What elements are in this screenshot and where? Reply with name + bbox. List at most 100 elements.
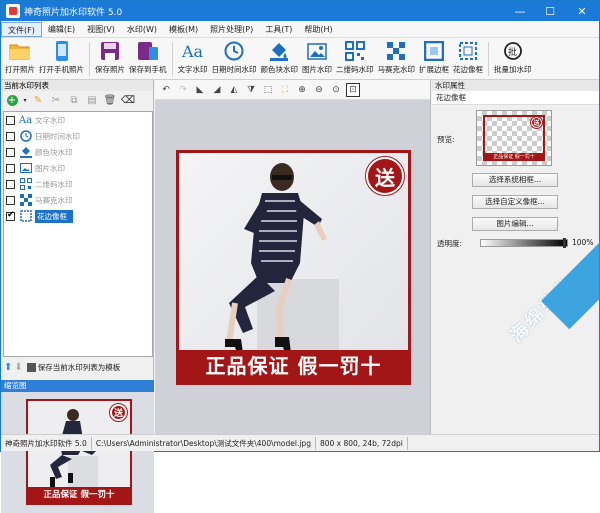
save-photo-label: 保存照片 — [95, 65, 125, 74]
cut-icon[interactable]: ✂ — [48, 93, 64, 107]
copy-icon[interactable]: ⧉ — [66, 93, 82, 107]
extend-border-button[interactable]: 扩展边框 — [417, 38, 451, 80]
item-label: 文字水印 — [35, 115, 65, 125]
batch-watermark-button[interactable]: 批 批量加水印 — [492, 38, 534, 80]
opacity-label: 透明度: — [437, 239, 463, 248]
preview-banner: 正品保证 假一罚十 — [483, 153, 545, 161]
opacity-slider-thumb[interactable] — [563, 238, 566, 248]
save-to-phone-button[interactable]: 保存到手机 — [127, 38, 169, 80]
move-down-icon[interactable]: ⬇ — [14, 362, 22, 373]
open-photo-button[interactable]: 打开照片 — [3, 38, 37, 80]
menu-edit[interactable]: 编辑(E) — [42, 22, 81, 37]
datetime-watermark-button[interactable]: 日期时间水印 — [210, 38, 259, 80]
crop-icon[interactable]: ⛶ — [278, 83, 292, 97]
svg-text:批: 批 — [508, 46, 517, 58]
list-item[interactable]: 日期时间水印 — [4, 128, 152, 144]
zoom-in-icon[interactable]: ⊕ — [295, 83, 309, 97]
save-template-button[interactable]: 保存当前水印列表为模板 — [38, 362, 121, 373]
item-checkbox[interactable] — [6, 115, 15, 125]
window-title: 神奇照片加水印软件 5.0 — [24, 7, 123, 18]
minimize-button[interactable]: — — [505, 1, 535, 21]
lace-frame-label: 花边像框 — [453, 65, 483, 74]
qrcode-watermark-button[interactable]: 二维码水印 — [334, 38, 376, 80]
lace-frame-button[interactable]: 花边像框 — [451, 38, 485, 80]
list-item[interactable]: 二维码水印 — [4, 176, 152, 192]
properties-title: 水印属性 — [432, 80, 599, 91]
menu-file[interactable]: 文件(F) — [1, 21, 42, 37]
resize-icon[interactable]: ⬚ — [261, 83, 275, 97]
canvas-panel: ↶ ↷ ◣ ◢ ◭ ⧩ ⬚ ⛶ ⊕ ⊖ ⊙ ⊡ 送 正品保证 假一罚十 — [155, 80, 431, 434]
rotate-left-icon[interactable]: ◣ — [193, 83, 207, 97]
text-watermark-button[interactable]: Aa 文字水印 — [176, 38, 210, 80]
undo-icon[interactable]: ↶ — [159, 83, 173, 97]
save-photo-button[interactable]: 保存照片 — [93, 38, 127, 80]
item-checkbox[interactable] — [6, 163, 15, 173]
paint-bucket-icon — [268, 40, 290, 62]
list-item[interactable]: 颜色块水印 — [4, 144, 152, 160]
rotate-right-icon[interactable]: ◢ — [210, 83, 224, 97]
qrcode-icon — [18, 178, 33, 191]
clear-icon[interactable]: ⌫ — [120, 93, 136, 107]
photo-seal-badge: 送 — [365, 156, 405, 196]
item-label: 图片水印 — [35, 163, 65, 173]
zoom-actual-icon[interactable]: ⊙ — [329, 83, 343, 97]
image-watermark-button[interactable]: 图片水印 — [300, 38, 334, 80]
thumbnail-area: 送 正品保证 假一罚十 — [1, 392, 154, 513]
pencil-icon[interactable]: ✎ — [30, 93, 46, 107]
item-checkbox[interactable] — [6, 195, 15, 205]
select-custom-frame-button[interactable]: 选择自定义像框... — [472, 195, 558, 209]
maximize-button[interactable]: ☐ — [535, 1, 565, 21]
save-disk-icon — [99, 40, 121, 62]
menu-bar: 文件(F) 编辑(E) 视图(V) 水印(W) 模板(M) 照片处理(P) 工具… — [1, 21, 599, 38]
item-checkbox[interactable] — [6, 131, 15, 141]
close-button[interactable]: ✕ — [565, 1, 599, 21]
thumbnail-seal: 送 — [109, 403, 128, 422]
trash-icon[interactable]: 🗑 — [102, 93, 118, 107]
list-toolbar: + ▾ ✎ ✂ ⧉ ▤ 🗑 ⌫ — [1, 91, 153, 109]
menu-template[interactable]: 模板(M) — [163, 22, 204, 37]
menu-help[interactable]: 帮助(H) — [298, 22, 338, 37]
watermark-list-panel: 当前水印列表 + ▾ ✎ ✂ ⧉ ▤ 🗑 ⌫ Aa 文字水印 日期时间水印 颜色… — [1, 80, 154, 513]
redo-icon[interactable]: ↷ — [176, 83, 190, 97]
mosaic-icon — [18, 194, 33, 207]
menu-watermark[interactable]: 水印(W) — [121, 22, 163, 37]
list-item[interactable]: 马赛克水印 — [4, 192, 152, 208]
list-item-selected[interactable]: 花边像框 — [4, 208, 152, 224]
watermark-list: Aa 文字水印 日期时间水印 颜色块水印 图片水印 二维码水印 马赛克水印 ✔ … — [3, 111, 153, 357]
menu-photo[interactable]: 照片处理(P) — [204, 22, 259, 37]
menu-tools[interactable]: 工具(T) — [259, 22, 298, 37]
list-item[interactable]: Aa 文字水印 — [4, 112, 152, 128]
paste-icon[interactable]: ▤ — [84, 93, 100, 107]
frame-preview: 送 正品保证 假一罚十 — [476, 110, 552, 166]
image-edit-button[interactable]: 图片编辑... — [472, 217, 558, 231]
dropdown-arrow-icon[interactable]: ▾ — [22, 93, 28, 107]
select-system-frame-button[interactable]: 选择系统相框... — [472, 173, 558, 187]
open-phone-photo-button[interactable]: 打开手机照片 — [37, 38, 86, 80]
list-item[interactable]: 图片水印 — [4, 160, 152, 176]
toolbar-divider — [89, 42, 90, 76]
status-app-name: 神奇照片加水印软件 5.0 — [1, 436, 92, 450]
zoom-out-icon[interactable]: ⊖ — [312, 83, 326, 97]
lace-frame-icon — [457, 40, 479, 62]
toolbar-divider — [171, 42, 173, 76]
color-block-watermark-button[interactable]: 颜色块水印 — [259, 38, 301, 80]
fit-window-icon[interactable]: ⊡ — [346, 82, 360, 97]
item-checkbox[interactable] — [6, 179, 15, 189]
watermark-list-title: 当前水印列表 — [1, 80, 153, 91]
clock-icon — [223, 40, 245, 62]
item-checkbox-checked[interactable] — [6, 210, 15, 221]
add-icon[interactable]: + — [4, 93, 20, 107]
mosaic-watermark-label: 马赛克水印 — [377, 65, 416, 74]
opacity-slider[interactable] — [480, 238, 568, 248]
flip-vertical-icon[interactable]: ⧩ — [244, 83, 258, 97]
text-aa-icon: Aa — [181, 41, 204, 61]
flip-horizontal-icon[interactable]: ◭ — [227, 83, 241, 97]
canvas-toolbar: ↶ ↷ ◣ ◢ ◭ ⧩ ⬚ ⛶ ⊕ ⊖ ⊙ ⊡ — [155, 80, 430, 100]
app-logo-icon — [6, 4, 20, 18]
qrcode-icon — [344, 40, 366, 62]
move-up-icon[interactable]: ⬆ — [4, 362, 12, 373]
menu-view[interactable]: 视图(V) — [81, 22, 121, 37]
mosaic-watermark-button[interactable]: 马赛克水印 — [376, 38, 418, 80]
properties-subtitle: 花边像框 — [432, 91, 599, 105]
item-checkbox[interactable] — [6, 147, 15, 157]
